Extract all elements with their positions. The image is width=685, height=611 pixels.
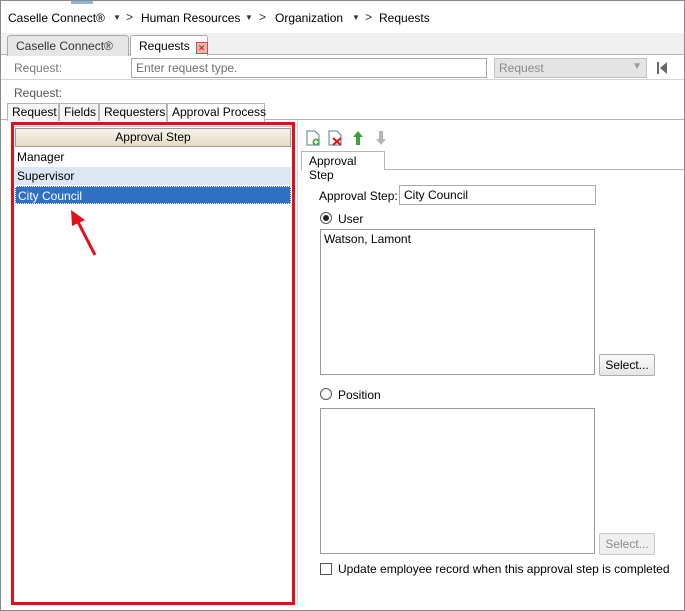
tab-label: Caselle Connect® (16, 39, 113, 53)
tab-caselle-connect[interactable]: Caselle Connect® (7, 35, 129, 56)
tab-fields[interactable]: Fields (59, 103, 99, 121)
list-item[interactable]: Watson, Lamont (321, 230, 594, 248)
close-icon[interactable]: ✕ (195, 42, 208, 54)
dropdown-icon: ▼ (632, 61, 642, 72)
request-label-2: Request: (14, 86, 63, 100)
annotation-arrow-icon (71, 210, 97, 256)
request-type-input[interactable]: Enter request type. (131, 58, 487, 78)
subtab-label: Request (12, 105, 57, 119)
select-position-button[interactable]: Select... (599, 533, 655, 555)
subtab-label: Approval Process (172, 105, 267, 119)
approval-step-value: City Council (404, 188, 469, 202)
subtab-label: Requesters (104, 105, 166, 119)
delete-icon[interactable] (328, 130, 342, 146)
move-up-icon[interactable] (351, 130, 365, 146)
update-employee-label: Update employee record when this approva… (338, 562, 670, 576)
tab-requests[interactable]: Requests ✕ (130, 35, 208, 57)
subtab-label: Fields (64, 105, 97, 119)
chevron-down-icon[interactable]: ▼ (245, 13, 253, 22)
request-select-value: Request (499, 61, 544, 75)
breadcrumb-item-organization[interactable]: Organization (275, 11, 343, 25)
panel-divider[interactable] (297, 120, 298, 606)
tab-approval-step[interactable]: Approval Step (301, 151, 385, 182)
user-list[interactable]: Watson, Lamont (320, 229, 595, 375)
user-option-label: User (338, 212, 364, 226)
chevron-down-icon[interactable]: ▼ (113, 13, 121, 22)
breadcrumb-item-caselle-connect[interactable]: Caselle Connect® (8, 11, 105, 25)
breadcrumb-separator: > (259, 10, 267, 24)
update-employee-checkbox[interactable] (320, 563, 332, 575)
breadcrumb-item-human-resources[interactable]: Human Resources (141, 11, 240, 25)
request-type-placeholder: Enter request type. (136, 61, 238, 75)
first-record-icon[interactable] (656, 61, 668, 75)
chevron-down-icon[interactable]: ▼ (352, 13, 360, 22)
approval-step-field[interactable]: City Council (399, 185, 596, 205)
position-list[interactable] (320, 408, 595, 554)
breadcrumb-item-requests[interactable]: Requests (379, 11, 430, 25)
tab-approval-process[interactable]: Approval Process (167, 103, 267, 122)
request-label: Request: (14, 61, 63, 75)
position-option-label: Position (338, 388, 381, 402)
request-select[interactable]: Request ▼ (494, 58, 647, 78)
approval-step-label: Approval Step: (319, 189, 398, 203)
select-user-button[interactable]: Select... (599, 354, 655, 376)
new-icon[interactable] (306, 130, 320, 146)
breadcrumb-separator: > (126, 10, 134, 24)
tab-label: Requests (139, 39, 190, 53)
move-down-icon[interactable] (374, 130, 388, 146)
tab-request[interactable]: Request (7, 103, 59, 121)
highlight-frame (11, 122, 295, 605)
breadcrumb-separator: > (365, 10, 373, 24)
position-radio[interactable] (320, 388, 332, 400)
user-radio[interactable] (320, 212, 332, 224)
tab-requesters[interactable]: Requesters (99, 103, 167, 121)
